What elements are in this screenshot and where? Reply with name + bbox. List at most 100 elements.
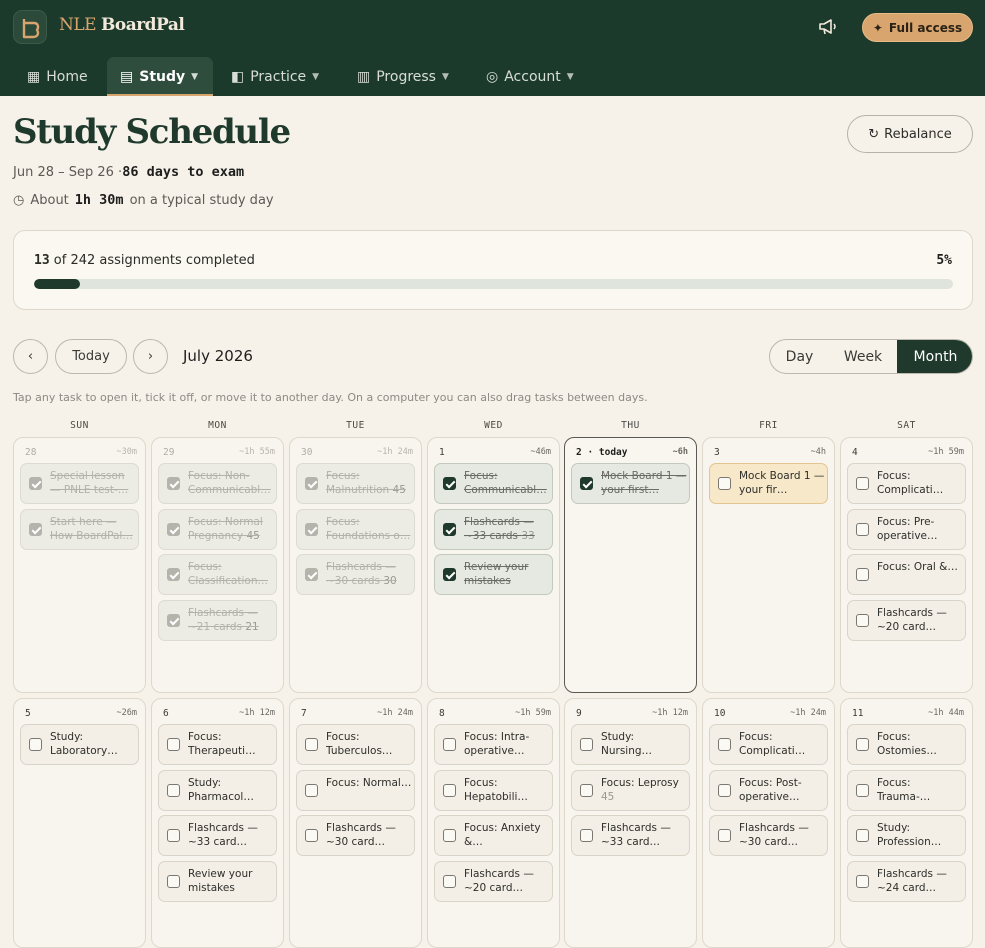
task-card[interactable]: Review your mistakes [434,554,553,595]
task-checkbox[interactable] [167,829,180,842]
task-checkbox[interactable] [856,477,869,490]
task-card[interactable]: Study: Laboratory… [20,724,139,765]
task-checkbox[interactable] [29,738,42,751]
task-card[interactable]: Focus: Classification… [158,554,277,595]
task-checkbox[interactable] [443,522,456,536]
task-checkbox[interactable] [856,522,869,536]
day-cell[interactable]: 8 ~1h 59m Focus: Intra-operative… Focus: He… [427,698,560,948]
task-card[interactable]: Focus: Intra-operative… [434,724,553,765]
task-checkbox[interactable] [305,783,318,797]
task-card[interactable]: Focus: Post-operative… [709,769,828,811]
task-card[interactable]: Flashcards — ~33 card… [571,815,690,856]
task-card[interactable]: Flashcards — ~30 cards 30 [296,554,415,595]
full-access-button[interactable]: ✦ Full access [862,13,973,42]
task-checkbox[interactable] [856,568,869,581]
task-card[interactable]: Focus: Hepatobili… [434,769,553,811]
day-cell[interactable]: 4 ~1h 59m Focus: Complicati… Focus: Pre-ope… [840,437,973,693]
task-card[interactable]: Mock Board 1 — your first… [571,463,690,504]
day-cell[interactable]: 28 ~30m Special lesson — PNLE test-… Start … [13,437,146,693]
task-checkbox[interactable] [580,738,593,751]
day-cell[interactable]: 7 ~1h 24m Focus: Tuberculos… Focus: Normal…… [289,698,422,948]
task-checkbox[interactable] [305,568,318,581]
task-checkbox[interactable] [580,829,593,842]
view-week[interactable]: Week [829,340,897,373]
nav-study[interactable]: ▤ Study ▼ [107,57,213,96]
task-card[interactable]: Start here — How BoardPal… [20,508,139,550]
task-card[interactable]: Focus: Tuberculos… [296,724,415,765]
task-checkbox[interactable] [856,783,869,797]
task-card[interactable]: Flashcards — ~33 cards 33 [434,508,553,550]
task-checkbox[interactable] [167,738,180,751]
task-checkbox[interactable] [305,738,318,751]
day-cell[interactable]: 6 ~1h 12m Focus: Therapeuti… Study: Pharmac… [151,698,284,948]
task-card[interactable]: Flashcards — ~24 card… [847,860,966,902]
day-cell[interactable]: 1 ~46m Focus: Communicabl… Flashcards — ~33… [427,437,560,693]
task-card[interactable]: Flashcards — ~30 card… [296,815,415,856]
task-card[interactable]: Study: Profession… [847,815,966,856]
day-cell[interactable]: 29 ~1h 55m Focus: Non-Communicabl… Focus: N… [151,437,284,693]
day-cell[interactable]: 3 ~4h Mock Board 1 — your fir… [702,437,835,693]
task-card[interactable]: Focus: Complicati… [847,463,966,504]
task-card[interactable]: Study: Pharmacol… [158,769,277,811]
nav-home[interactable]: ▦ Home [14,57,101,96]
task-checkbox[interactable] [856,613,869,627]
task-card[interactable]: Review your mistakes [158,860,277,902]
task-checkbox[interactable] [443,874,456,888]
task-card[interactable]: Focus: Malnutrition 45 [296,463,415,504]
logo-icon[interactable] [13,10,47,44]
task-checkbox[interactable] [856,874,869,888]
nav-progress[interactable]: ▥ Progress ▼ [344,57,462,96]
task-checkbox[interactable] [167,477,180,490]
task-checkbox[interactable] [305,477,318,490]
task-card[interactable]: Flashcards — ~33 card… [158,815,277,856]
day-cell[interactable]: 30 ~1h 24m Focus: Malnutrition 45 Focus: Fo… [289,437,422,693]
task-card[interactable]: Flashcards — ~20 card… [434,860,553,902]
task-card[interactable]: Focus: Pre-operative… [847,508,966,550]
task-card[interactable]: Focus: Anxiety &… [434,815,553,856]
nav-account[interactable]: ◎ Account ▼ [473,57,587,96]
task-checkbox[interactable] [167,783,180,797]
nav-practice[interactable]: ◧ Practice ▼ [218,57,332,96]
view-month[interactable]: Month [897,340,972,373]
rebalance-button[interactable]: ↻ Rebalance [847,115,973,153]
task-card[interactable]: Flashcards — ~20 card… [847,599,966,641]
day-cell[interactable]: 9 ~1h 12m Study: Nursing… Focus: Leprosy 45… [564,698,697,948]
task-checkbox[interactable] [718,783,731,797]
task-checkbox[interactable] [580,477,593,490]
app-brand[interactable]: NLE BoardPal [59,15,185,35]
task-checkbox[interactable] [856,829,869,842]
task-card[interactable]: Study: Nursing… [571,724,690,765]
task-checkbox[interactable] [718,738,731,751]
task-card[interactable]: Mock Board 1 — your fir… [709,463,828,504]
task-checkbox[interactable] [718,477,731,490]
day-cell[interactable]: 2 · today ~6h Mock Board 1 — your first… [564,437,697,693]
task-card[interactable]: Focus: Normal… [296,769,415,811]
task-checkbox[interactable] [443,829,456,842]
task-checkbox[interactable] [443,738,456,751]
task-checkbox[interactable] [718,829,731,842]
task-checkbox[interactable] [167,874,180,888]
day-cell[interactable]: 11 ~1h 44m Focus: Ostomies… Focus: Trauma-…… [840,698,973,948]
task-checkbox[interactable] [167,522,180,536]
task-checkbox[interactable] [443,783,456,797]
task-card[interactable]: Focus: Normal Pregnancy 45 [158,508,277,550]
task-card[interactable]: Flashcards — ~30 card… [709,815,828,856]
day-cell[interactable]: 5 ~26m Study: Laboratory… [13,698,146,948]
task-checkbox[interactable] [443,477,456,490]
view-day[interactable]: Day [770,340,829,373]
task-card[interactable]: Focus: Therapeuti… [158,724,277,765]
task-card[interactable]: Focus: Foundations o… [296,508,415,550]
task-checkbox[interactable] [305,522,318,536]
day-cell[interactable]: 10 ~1h 24m Focus: Complicati… Focus: Post-o… [702,698,835,948]
prev-month-button[interactable]: ‹ [13,339,48,374]
task-checkbox[interactable] [580,783,593,797]
task-card[interactable]: Flashcards — ~21 cards 21 [158,599,277,641]
next-month-button[interactable]: › [133,339,168,374]
task-checkbox[interactable] [305,829,318,842]
task-checkbox[interactable] [856,738,869,751]
task-card[interactable]: Focus: Oral &… [847,554,966,595]
task-checkbox[interactable] [443,568,456,581]
task-card[interactable]: Focus: Non-Communicabl… [158,463,277,504]
task-card[interactable]: Focus: Complicati… [709,724,828,765]
megaphone-icon[interactable] [817,17,839,37]
